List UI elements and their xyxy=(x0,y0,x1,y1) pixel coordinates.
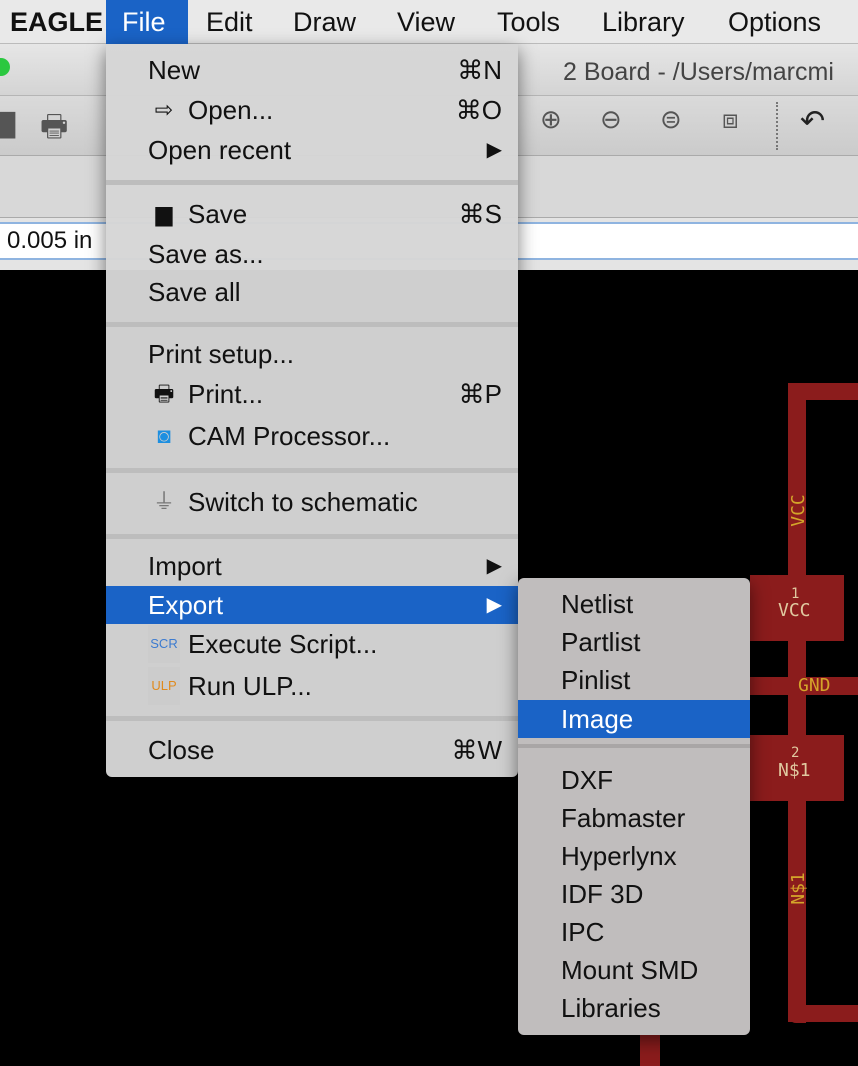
menu-item-import[interactable]: Import ▶ xyxy=(106,547,518,585)
label: Save as... xyxy=(148,239,264,269)
export-pinlist[interactable]: Pinlist xyxy=(518,661,750,699)
menu-item-save-all[interactable]: Save all xyxy=(106,273,518,311)
submenu-arrow-icon: ▶ xyxy=(486,139,502,161)
export-dxf[interactable]: DXF xyxy=(518,761,750,799)
label: CAM Processor... xyxy=(188,421,391,451)
menu-item-switch-to-schematic[interactable]: ⏚ Switch to schematic xyxy=(106,483,518,521)
zoom-fit-icon[interactable]: ⊜ xyxy=(660,104,682,135)
menu-item-run-ulp[interactable]: ULP Run ULP... xyxy=(106,667,518,705)
menu-item-execute-script[interactable]: SCR Execute Script... xyxy=(106,625,518,663)
menu-view[interactable]: View xyxy=(381,0,471,44)
pad1-name: VCC xyxy=(778,600,811,621)
menu-item-open-recent[interactable]: Open recent ▶ xyxy=(106,131,518,169)
shortcut: ⌘S xyxy=(458,199,502,229)
menu-item-close[interactable]: Close ⌘W xyxy=(106,731,518,769)
pad2-number: 2 xyxy=(791,745,800,761)
export-submenu: Netlist Partlist Pinlist Image DXF Fabma… xyxy=(518,578,750,1035)
menu-bar: EAGLE File Edit Draw View Tools Library … xyxy=(0,0,858,44)
zoom-in-icon[interactable]: ⊕ xyxy=(540,104,562,135)
pad2-name: N$1 xyxy=(778,760,811,781)
label: Print setup... xyxy=(148,339,294,369)
label: Close xyxy=(148,735,215,765)
export-ipc[interactable]: IPC xyxy=(518,913,750,951)
vcc-trace-label: VCC xyxy=(787,494,809,527)
print-icon[interactable]: 🖶 xyxy=(40,104,68,155)
menu-library[interactable]: Library xyxy=(586,0,701,44)
zoom-out-icon[interactable]: ⊖ xyxy=(600,104,622,135)
label: Save all xyxy=(148,277,241,307)
menu-item-export[interactable]: Export ▶ xyxy=(106,586,518,624)
menu-item-print-setup[interactable]: Print setup... xyxy=(106,335,518,373)
separator xyxy=(106,716,518,721)
menu-edit[interactable]: Edit xyxy=(190,0,269,44)
label: Import xyxy=(148,551,222,581)
trace-bottom[interactable] xyxy=(788,1005,858,1022)
menu-item-cam-processor[interactable]: ◙ CAM Processor... xyxy=(106,417,518,455)
label: Save xyxy=(188,199,248,229)
trace-top[interactable] xyxy=(788,383,858,400)
switch-icon: ⏚ xyxy=(152,489,175,514)
export-partlist[interactable]: Partlist xyxy=(518,623,750,661)
shortcut: ⌘W xyxy=(451,735,502,765)
label: Open... xyxy=(188,95,274,125)
separator xyxy=(518,744,750,748)
label: Switch to schematic xyxy=(188,487,418,517)
separator xyxy=(106,468,518,473)
window-title: 2 Board - /Users/marcmi xyxy=(563,58,834,86)
label: Run ULP... xyxy=(188,671,312,701)
zoom-select-icon[interactable]: ⧈ xyxy=(722,104,739,136)
export-hyperlynx[interactable]: Hyperlynx xyxy=(518,837,750,875)
open-icon: ⇨ xyxy=(154,97,174,122)
menu-item-save-as[interactable]: Save as... xyxy=(106,235,518,273)
undo-icon[interactable]: ↶ xyxy=(800,104,825,139)
submenu-arrow-icon: ▶ xyxy=(486,555,502,577)
separator xyxy=(106,534,518,539)
shortcut: ⌘O xyxy=(455,95,502,125)
menu-item-open[interactable]: ⇨ Open... ⌘O xyxy=(106,91,518,129)
separator xyxy=(106,180,518,185)
label: Print... xyxy=(188,379,264,409)
shortcut: ⌘N xyxy=(457,55,502,85)
label: Export xyxy=(148,590,224,620)
label: New xyxy=(148,55,201,85)
menu-item-save[interactable]: ▆ Save ⌘S xyxy=(106,195,518,233)
file-menu: New ⌘N ⇨ Open... ⌘O Open recent ▶ ▆ Save ⌘S Sa… xyxy=(106,44,518,777)
export-netlist[interactable]: Netlist xyxy=(518,585,750,623)
label: Execute Script... xyxy=(188,629,378,659)
label: Open recent xyxy=(148,135,292,165)
app-menu[interactable]: EAGLE xyxy=(0,0,119,44)
export-image[interactable]: Image xyxy=(518,700,750,738)
menu-options[interactable]: Options xyxy=(712,0,837,44)
submenu-arrow-icon: ▶ xyxy=(486,594,502,616)
save-icon[interactable]: ▆ xyxy=(0,104,15,139)
n1-trace-label: N$1 xyxy=(787,872,809,905)
floppy-icon: ▆ xyxy=(155,201,173,226)
export-mount-smd[interactable]: Mount SMD xyxy=(518,951,750,989)
separator xyxy=(106,322,518,327)
camera-icon: ◙ xyxy=(157,423,171,448)
printer-icon: 🖶 xyxy=(153,381,175,406)
export-libraries[interactable]: Libraries xyxy=(518,989,750,1027)
export-idf-3d[interactable]: IDF 3D xyxy=(518,875,750,913)
toolbar-divider xyxy=(776,102,778,150)
export-fabmaster[interactable]: Fabmaster xyxy=(518,799,750,837)
script-icon: SCR xyxy=(148,625,180,663)
menu-file[interactable]: File xyxy=(106,0,188,44)
shortcut: ⌘P xyxy=(458,379,502,409)
menu-draw[interactable]: Draw xyxy=(277,0,372,44)
trace-lower[interactable] xyxy=(640,1035,660,1066)
ulp-icon: ULP xyxy=(148,667,180,705)
menu-item-new[interactable]: New ⌘N xyxy=(106,51,518,89)
menu-tools[interactable]: Tools xyxy=(481,0,576,44)
trace-vertical[interactable] xyxy=(788,383,806,1023)
gnd-label: GND xyxy=(798,675,831,696)
menu-item-print[interactable]: 🖶 Print... ⌘P xyxy=(106,375,518,413)
